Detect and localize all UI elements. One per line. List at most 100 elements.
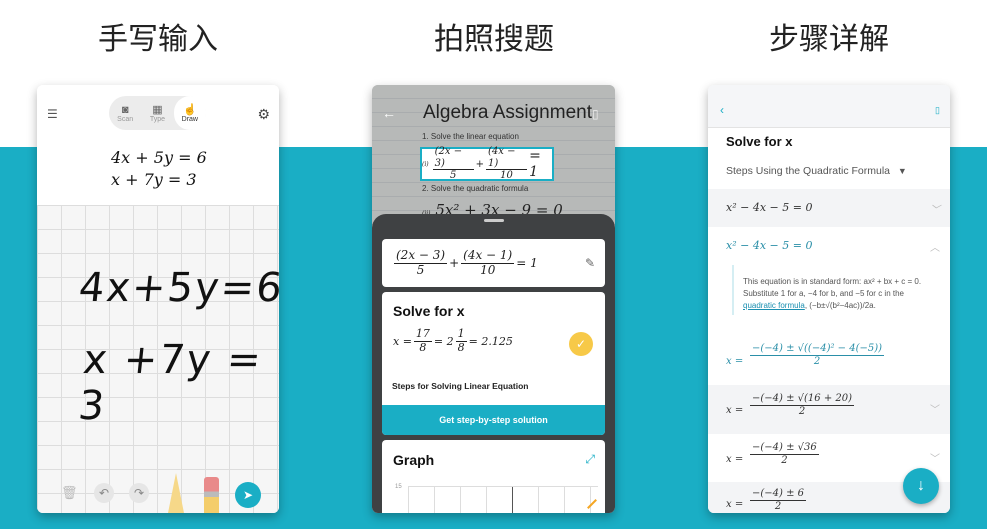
question-label: (i) xyxy=(422,160,429,168)
steps-label: Steps for Solving Linear Equation xyxy=(392,381,529,391)
explanation-text: This equation is in standard form: ax² +… xyxy=(743,277,922,298)
redo-button[interactable]: ↷ xyxy=(129,483,149,503)
scroll-down-button[interactable]: ↓ xyxy=(903,468,939,504)
gear-icon[interactable]: ⚙ xyxy=(257,106,270,123)
history-icon[interactable]: ☰ xyxy=(47,107,58,121)
chevron-up-icon: ︿ xyxy=(930,243,940,254)
method-dropdown[interactable]: Steps Using the Quadratic Formula ▼ xyxy=(726,165,907,177)
denominator: 5 xyxy=(449,170,457,182)
step-row-expanded[interactable]: x² − 4x − 5 = 0 ︿ This equation is in st… xyxy=(708,227,950,335)
step-equation: x² − 4x − 5 = 0 xyxy=(726,239,813,252)
step-lhs: x = xyxy=(726,454,744,465)
denominator: 5 xyxy=(416,262,425,277)
back-chevron-icon[interactable]: ‹ xyxy=(720,103,724,117)
numerator: (4x − 1) xyxy=(486,146,528,171)
numerator: −(−4) ± √((−4)² − 4(−5)) xyxy=(750,343,885,356)
denominator: 2 xyxy=(813,355,821,367)
drawing-canvas[interactable]: 4x+5y=6 x +7y = 3 xyxy=(37,205,279,513)
steps-screen: ‹ ▯ Solve for x Steps Using the Quadrati… xyxy=(708,85,950,513)
denominator: 8 xyxy=(419,340,427,354)
mode-label: Draw xyxy=(181,115,198,123)
mode-scan[interactable]: ◙ Scan xyxy=(109,96,141,130)
send-button[interactable]: ➤ xyxy=(235,482,261,508)
step-row[interactable]: x = −(−4) ± √(16 + 20) 2 ﹀ xyxy=(708,385,950,434)
denominator: 2 xyxy=(774,500,782,512)
graph-plot[interactable] xyxy=(408,486,598,513)
get-step-by-step-button[interactable]: Get step-by-step solution xyxy=(382,405,605,435)
header: ‹ ▯ xyxy=(708,85,950,128)
camera-icon: ◙ xyxy=(121,103,129,116)
answer-mixed: = 2 xyxy=(433,334,454,348)
handwritten-line: 4x+5y=6 xyxy=(76,265,279,311)
chevron-down-icon: ﹀ xyxy=(930,205,940,216)
expand-icon[interactable]: ⤢ xyxy=(585,452,595,467)
bookmark-icon[interactable]: ▯ xyxy=(935,105,940,116)
handwriting-screen: ☰ ◙ Scan ▦ Type ☝ Draw ⚙ 4x + 5y = 6 x + 7y… xyxy=(37,85,279,513)
step-row[interactable]: x = −(−4) ± √((−4)² − 4(−5)) 2 xyxy=(708,335,950,385)
solve-title: Solve for x xyxy=(393,303,465,319)
pencil-icon[interactable] xyxy=(168,473,184,513)
input-mode-switch: ◙ Scan ▦ Type ☝ Draw xyxy=(109,96,206,130)
scan-selection[interactable]: (i) (2x − 3) 5 + (4x − 1) 10 = 1 xyxy=(420,146,554,182)
step-row[interactable]: x² − 4x − 5 = 0 ﹀ xyxy=(708,189,950,227)
numerator: −(−4) ± √36 xyxy=(750,442,819,455)
equation-rhs: = 1 xyxy=(516,256,538,270)
solution-card: Solve for x x = 17 8 = 2 18 = 2.125 ✓ Ste… xyxy=(382,292,605,435)
denominator: 10 xyxy=(500,170,513,182)
scan-screen: ← Algebra Assignment ▯ 1. Solve the line… xyxy=(372,85,615,513)
graph-card: Graph ⤢ 15 xyxy=(382,440,605,513)
eraser-icon[interactable] xyxy=(204,477,219,513)
numerator: −(−4) ± √(16 + 20) xyxy=(750,393,855,406)
numerator: (2x − 3) xyxy=(394,247,448,264)
back-arrow-icon[interactable]: ← xyxy=(382,105,396,121)
denominator: 2 xyxy=(781,454,788,466)
explanation-rule xyxy=(732,265,734,315)
hand-draw-icon: ☝ xyxy=(182,103,197,116)
bookmark-icon[interactable]: ▯ xyxy=(592,107,599,121)
graph-title: Graph xyxy=(393,452,435,468)
camera-photo: ← Algebra Assignment ▯ 1. Solve the line… xyxy=(372,85,615,225)
mode-draw[interactable]: ☝ Draw xyxy=(173,96,206,130)
numerator: 17 xyxy=(413,327,432,342)
mode-label: Type xyxy=(149,115,166,123)
header: ☰ ◙ Scan ▦ Type ☝ Draw ⚙ 4x + 5y = 6 x + 7y… xyxy=(37,85,279,205)
numerator: −(−4) ± 6 xyxy=(750,488,807,501)
check-icon: ✓ xyxy=(569,332,593,356)
mode-type[interactable]: ▦ Type xyxy=(141,96,173,130)
caption-photo-search: 拍照搜题 xyxy=(434,22,554,57)
handwritten-line: x +7y = 3 xyxy=(76,337,266,429)
numerator: 1 xyxy=(455,327,467,342)
operator: + xyxy=(475,158,485,170)
step-lhs: x = xyxy=(726,499,744,510)
denominator: 10 xyxy=(480,262,496,277)
numerator: (2x − 3) xyxy=(432,146,474,171)
pencil-edit-icon[interactable]: ✎ xyxy=(585,256,595,270)
caption-handwriting: 手写输入 xyxy=(98,22,218,57)
trash-icon[interactable]: 🗑 xyxy=(61,485,78,501)
keyboard-icon: ▦ xyxy=(152,103,163,116)
mode-label: Scan xyxy=(117,115,134,123)
explanation-text: , (−b±√(b²−4ac))/2a. xyxy=(804,301,876,310)
step-lhs: x = xyxy=(726,356,744,367)
equation-rhs: = 1 xyxy=(529,148,541,180)
denominator: 8 xyxy=(457,340,465,354)
question-1: 1. Solve the linear equation xyxy=(422,132,519,141)
numerator: (4x − 1) xyxy=(461,247,515,264)
undo-button[interactable]: ↶ xyxy=(94,483,114,503)
recognized-line: 4x + 5y = 6 xyxy=(111,148,207,167)
explanation: This equation is in standard form: ax² +… xyxy=(743,276,933,312)
chevron-down-icon: ﹀ xyxy=(930,405,940,416)
denominator: 2 xyxy=(798,405,806,417)
method-label: Steps Using the Quadratic Formula xyxy=(726,165,890,177)
step-equation: x² − 4x − 5 = 0 xyxy=(726,201,813,214)
quadratic-formula-link[interactable]: quadratic formula xyxy=(743,301,805,310)
equation-card[interactable]: (2x − 3) 5 + (4x − 1) 10 = 1 ✎ xyxy=(382,239,605,287)
drag-handle[interactable] xyxy=(484,219,504,222)
recognized-line: x + 7y = 3 xyxy=(111,170,197,189)
results-sheet: (2x − 3) 5 + (4x − 1) 10 = 1 ✎ Solve for x… xyxy=(372,214,615,513)
question-2: 2. Solve the quadratic formula xyxy=(422,184,529,193)
answer-lhs: x = xyxy=(393,334,412,348)
answer-decimal: = 2.125 xyxy=(468,334,513,348)
graph-tick: 15 xyxy=(395,484,402,490)
y-axis xyxy=(512,487,513,513)
